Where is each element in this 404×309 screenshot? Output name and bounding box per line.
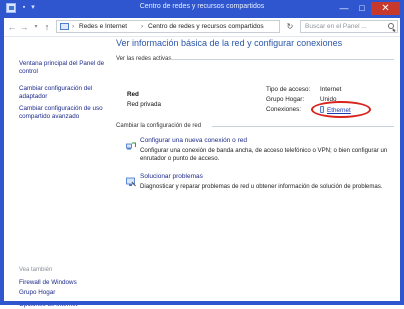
window-frame-right — [400, 18, 404, 305]
search-placeholder: Buscar en el Panel ... — [305, 23, 367, 30]
explorer-content: ← → ▾ ↑ › Redes e Internet › Centro de r… — [4, 18, 400, 308]
change-settings-label: Cambiar la configuración de red — [116, 123, 202, 129]
setup-new-connection-link[interactable]: Configurar una nueva conexión o red — [140, 137, 247, 144]
navigation-bar: ← → ▾ ↑ › Redes e Internet › Centro de r… — [4, 18, 400, 37]
control-panel-icon — [60, 23, 69, 30]
title-bar[interactable]: ▪ ▾ Centro de redes y recursos compartid… — [0, 0, 404, 18]
back-arrow-icon[interactable]: ← — [7, 21, 17, 33]
sidebar: Ventana principal del Panel de control C… — [4, 37, 110, 308]
window: ▪ ▾ Centro de redes y recursos compartid… — [0, 0, 404, 308]
window-frame-bottom — [0, 301, 404, 305]
close-button[interactable]: ✕ — [371, 2, 400, 15]
active-networks-label: Ver las redes activas — [116, 56, 172, 62]
network-profile-link[interactable]: Red privada — [127, 101, 161, 108]
sidebar-link-uso-compartido[interactable]: Cambiar configuración de uso compartido … — [19, 105, 109, 120]
minimize-button[interactable]: — — [335, 2, 353, 15]
sidebar-link-firewall[interactable]: Firewall de Windows — [19, 279, 109, 287]
homegroup-label: Grupo Hogar: — [266, 96, 305, 103]
access-type-value: Internet — [320, 86, 342, 93]
troubleshoot-icon — [126, 174, 136, 187]
access-type-label: Tipo de acceso: — [266, 86, 311, 93]
page-title: Ver información básica de la red y confi… — [116, 38, 343, 48]
main-panel: Ver información básica de la red y confi… — [112, 37, 400, 301]
address-bar[interactable]: › Redes e Internet › Centro de redes y r… — [56, 20, 280, 33]
search-input[interactable]: Buscar en el Panel ... — [300, 20, 398, 33]
see-also-heading: Vea también — [19, 267, 53, 273]
new-connection-icon — [126, 138, 136, 150]
section-divider — [170, 59, 394, 60]
connections-label: Conexiones: — [266, 106, 302, 113]
forward-arrow-icon[interactable]: → — [19, 21, 29, 33]
breadcrumb-redes-internet[interactable]: Redes e Internet — [79, 21, 127, 32]
troubleshoot-link[interactable]: Solucionar problemas — [140, 173, 203, 180]
search-icon[interactable] — [388, 23, 394, 29]
refresh-icon[interactable]: ↻ — [284, 21, 296, 33]
up-arrow-icon[interactable]: ↑ — [42, 21, 52, 33]
sidebar-link-panel-principal[interactable]: Ventana principal del Panel de control — [19, 60, 109, 75]
sidebar-link-grupo-hogar[interactable]: Grupo Hogar — [19, 289, 109, 297]
red-highlight-circle — [311, 101, 371, 118]
section-divider — [212, 126, 394, 127]
breadcrumb-centro-redes[interactable]: Centro de redes y recursos compartidos — [148, 21, 264, 32]
recent-locations-chevron-icon[interactable]: ▾ — [31, 21, 41, 33]
breadcrumb-separator[interactable]: › — [72, 21, 74, 32]
maximize-button[interactable]: □ — [353, 2, 371, 15]
breadcrumb-separator[interactable]: › — [141, 21, 143, 32]
troubleshoot-desc: Diagnosticar y reparar problemas de red … — [140, 183, 383, 190]
network-name: Red — [127, 91, 139, 98]
sidebar-link-adaptador[interactable]: Cambiar configuración del adaptador — [19, 85, 109, 100]
setup-new-connection-desc: Configurar una conexión de banda ancha, … — [140, 147, 388, 162]
